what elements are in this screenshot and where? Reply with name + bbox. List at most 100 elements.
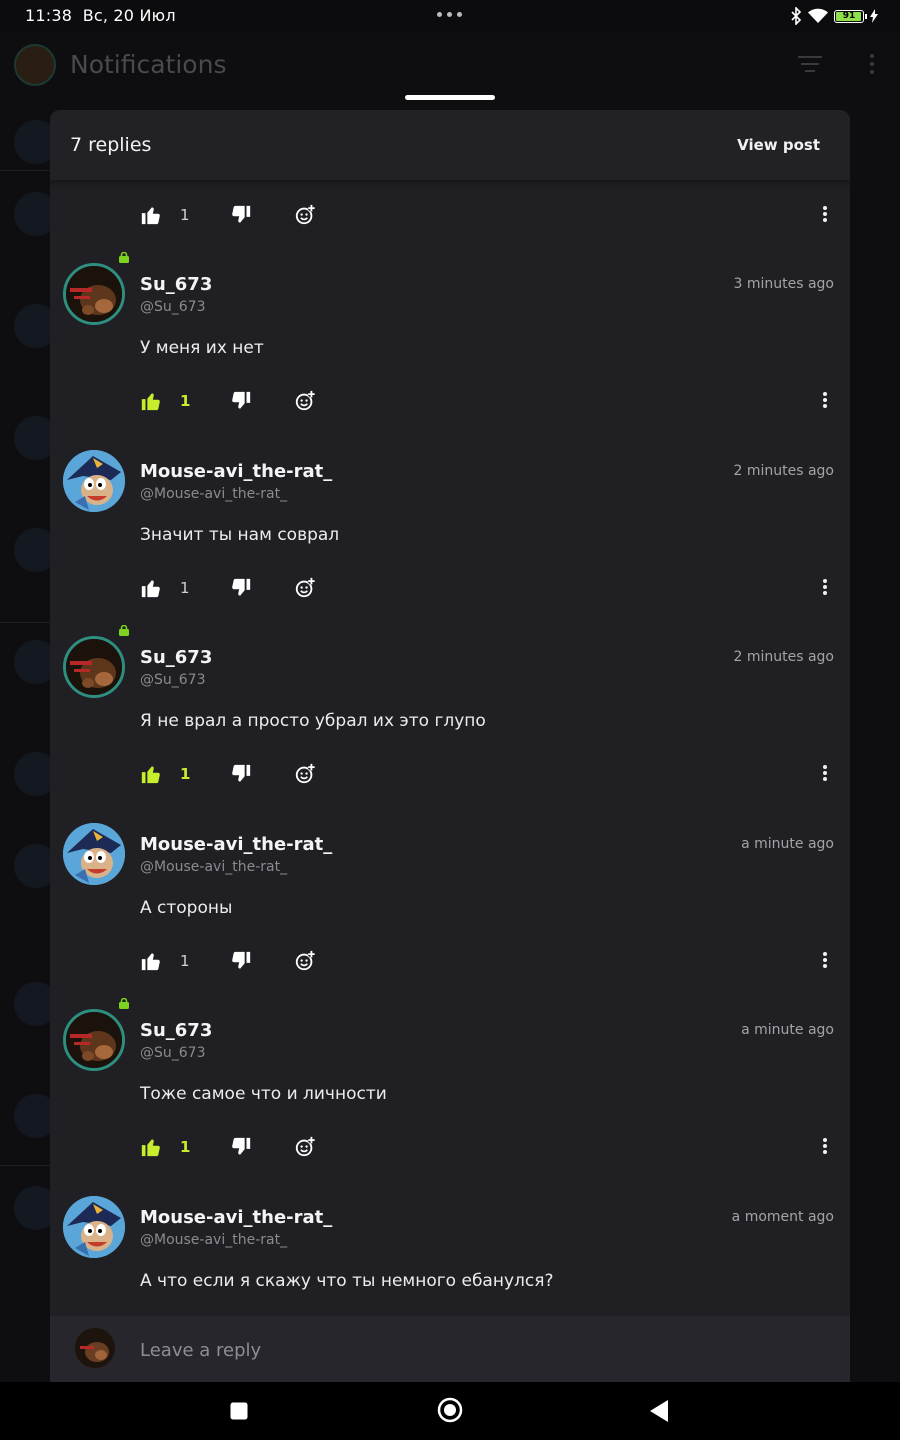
thumbs-up-icon (141, 1139, 160, 1157)
comment-author-name[interactable]: Su_673 (140, 274, 212, 295)
lock-icon (119, 252, 129, 263)
dislike-button[interactable] (230, 577, 254, 601)
comment-timestamp: 2 minutes ago (733, 649, 834, 665)
add-reaction-icon (295, 763, 315, 784)
comment-author-handle: @Su_673 (140, 672, 206, 688)
add-reaction-button[interactable] (294, 577, 318, 601)
comment-author-name[interactable]: Su_673 (140, 647, 212, 668)
status-bar: 11:38 Вс, 20 Июл 91 (0, 0, 900, 32)
avatar[interactable] (63, 1195, 125, 1258)
comment-timestamp: a moment ago (731, 1208, 834, 1225)
lock-icon (119, 625, 129, 636)
comment-author-handle: @Su_673 (140, 299, 206, 315)
comment-author-name[interactable]: Mouse-avi_the-rat_ (140, 834, 332, 855)
action-bar: 1 (50, 755, 850, 795)
battery-icon: 91 (834, 9, 867, 23)
add-reaction-button[interactable] (294, 1136, 318, 1160)
like-count: 1 (180, 578, 190, 597)
thumbs-down-icon (232, 951, 251, 969)
like-button[interactable] (140, 204, 164, 228)
comment-text: Тоже самое что и личности (140, 1084, 387, 1104)
replies-thread[interactable]: 1 Su_673 @Su_673 3 minutes ago У меня их… (50, 180, 850, 1316)
thumbs-up-icon (141, 579, 160, 597)
comment-timestamp: a minute ago (741, 1022, 834, 1038)
more-options-button[interactable] (820, 578, 830, 599)
like-button[interactable] (140, 390, 164, 414)
action-bar: 1 (50, 1128, 850, 1168)
avatar (75, 1328, 115, 1368)
add-reaction-button[interactable] (294, 763, 318, 787)
comment-text: У меня их нет (140, 338, 264, 358)
thumbs-up-icon (141, 393, 160, 411)
filter-icon (798, 56, 822, 77)
comment-item: Mouse-avi_the-rat_ @Mouse-avi_the-rat_ a… (50, 810, 850, 996)
avatar[interactable] (63, 822, 125, 885)
comment-author-handle: @Mouse-avi_the-rat_ (140, 1231, 288, 1248)
like-button[interactable] (140, 1136, 164, 1160)
more-options-button[interactable] (820, 392, 830, 412)
add-reaction-button[interactable] (294, 950, 318, 974)
dislike-button[interactable] (230, 204, 254, 228)
divider (0, 170, 50, 171)
dislike-button[interactable] (230, 950, 254, 974)
thumbs-down-icon (232, 578, 251, 596)
navigation-bar (0, 1382, 900, 1440)
comment-author-name[interactable]: Mouse-avi_the-rat_ (140, 1207, 332, 1228)
more-options-button[interactable] (820, 765, 830, 785)
add-reaction-icon (295, 950, 315, 970)
comment-item: Mouse-avi_the-rat_ @Mouse-avi_the-rat_ a… (50, 1183, 850, 1317)
like-button[interactable] (140, 950, 164, 974)
like-count: 1 (180, 1138, 191, 1156)
avatar[interactable] (63, 263, 125, 325)
comment-timestamp: 2 minutes ago (733, 462, 834, 479)
reply-count: 7 replies (70, 134, 152, 156)
add-reaction-button[interactable] (294, 390, 318, 414)
replies-sheet: 7 replies View post 1 Su_673 @Su_673 3 m… (50, 110, 850, 1382)
add-reaction-button[interactable] (294, 204, 318, 228)
like-button[interactable] (140, 763, 164, 787)
like-count: 1 (180, 765, 191, 783)
more-options-button[interactable] (820, 1138, 830, 1158)
avatar[interactable] (63, 1009, 125, 1071)
nav-recents-button[interactable] (230, 1402, 248, 1424)
comment-item: Mouse-avi_the-rat_ @Mouse-avi_the-rat_ 2… (50, 437, 850, 623)
background-header: Notifications (0, 32, 900, 102)
nav-home-button[interactable] (437, 1397, 463, 1427)
comment-author-handle: @Mouse-avi_the-rat_ (140, 485, 288, 502)
dislike-button[interactable] (230, 390, 254, 414)
more-options-button[interactable] (820, 206, 830, 226)
comment-author-name[interactable]: Su_673 (140, 1020, 212, 1041)
comment-item: Su_673 @Su_673 2 minutes ago Я не врал а… (50, 623, 850, 809)
lock-icon (119, 998, 129, 1009)
status-dots-icon (437, 12, 462, 17)
comment-text: Я не врал а просто убрал их это глупо (140, 711, 486, 731)
comment-author-handle: @Su_673 (140, 1045, 206, 1061)
action-bar: 1 (50, 196, 850, 236)
reply-input[interactable] (140, 1336, 740, 1364)
comment-author-handle: @Mouse-avi_the-rat_ (140, 858, 288, 875)
view-post-button[interactable]: View post (737, 136, 820, 154)
divider (0, 622, 50, 623)
dislike-button[interactable] (230, 1136, 254, 1160)
reply-bar (50, 1316, 850, 1382)
more-options-button[interactable] (820, 951, 830, 972)
add-reaction-icon (295, 204, 315, 225)
dislike-button[interactable] (230, 763, 254, 787)
avatar[interactable] (63, 449, 125, 512)
thumbs-down-icon (232, 391, 251, 409)
thumbs-down-icon (232, 205, 251, 223)
thumbs-up-icon (141, 766, 160, 784)
sheet-drag-handle[interactable] (405, 95, 495, 100)
comment-text: А что если я скажу что ты немного ебанул… (140, 1270, 554, 1291)
charging-icon (870, 9, 878, 23)
sheet-header: 7 replies View post (50, 110, 850, 180)
bluetooth-icon (791, 7, 802, 25)
nav-back-button[interactable] (650, 1400, 668, 1426)
like-button[interactable] (140, 577, 164, 601)
comment-item: Su_673 @Su_673 3 minutes ago У меня их н… (50, 250, 850, 436)
nav-home-icon (437, 1397, 463, 1423)
action-bar: 1 (50, 569, 850, 609)
comment-author-name[interactable]: Mouse-avi_the-rat_ (140, 461, 332, 482)
thumbs-down-icon (232, 1137, 251, 1155)
avatar[interactable] (63, 636, 125, 698)
